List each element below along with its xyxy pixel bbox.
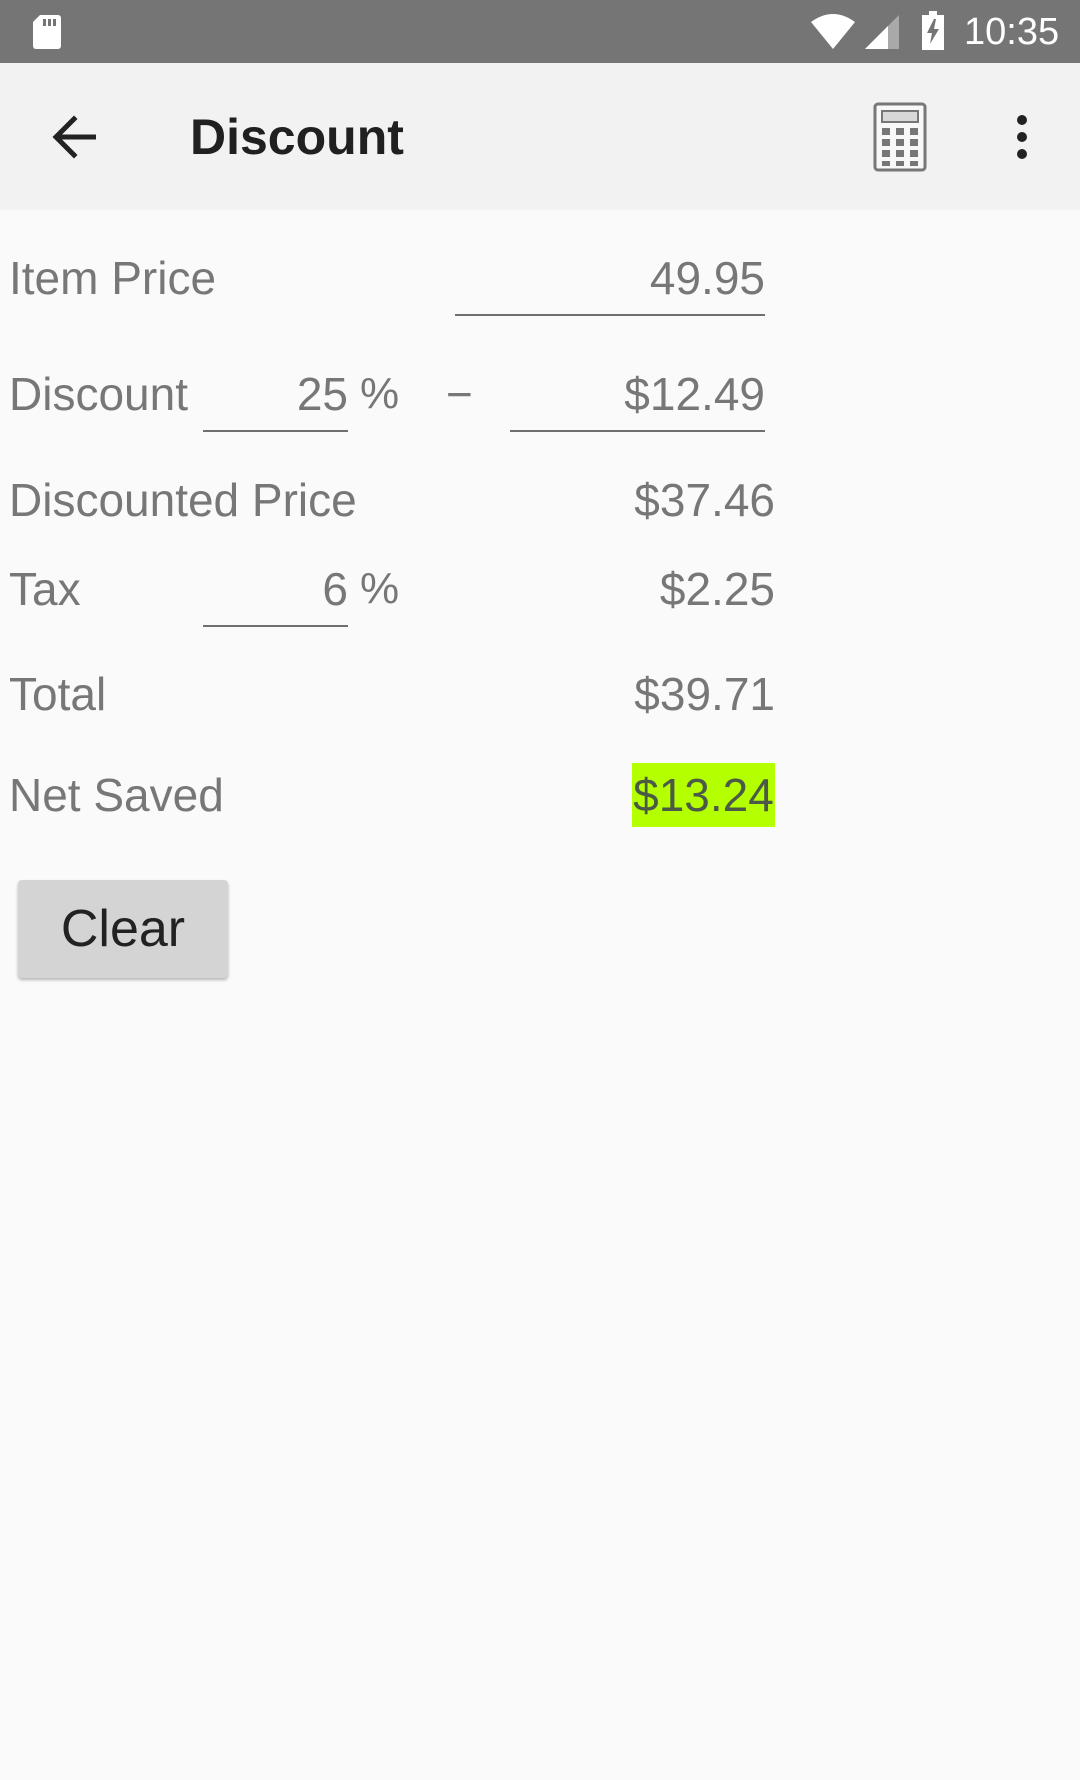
page-title: Discount <box>190 109 404 165</box>
battery-charging-icon <box>922 11 944 50</box>
more-vert-icon[interactable] <box>1000 101 1044 173</box>
tax-percent-input[interactable]: 6 <box>203 561 348 627</box>
status-time: 10:35 <box>964 11 1060 53</box>
sd-card-icon <box>33 15 61 49</box>
tax-label: Tax <box>9 563 81 615</box>
tax-percent-symbol: % <box>360 564 400 613</box>
back-arrow-icon[interactable] <box>44 105 108 169</box>
tax-percent-value: 6 <box>322 563 348 615</box>
net-saved-label: Net Saved <box>9 769 224 821</box>
total-label: Total <box>9 668 107 720</box>
clear-button[interactable]: Clear <box>18 880 228 978</box>
status-bar: 10:35 <box>0 0 1080 63</box>
app-toolbar: Discount <box>0 63 1080 210</box>
item-price-value: 49.95 <box>649 252 765 304</box>
discounted-price-label: Discounted Price <box>9 474 357 526</box>
discount-percent-input[interactable]: 25 <box>203 366 348 432</box>
calculator-icon[interactable] <box>872 101 928 173</box>
item-price-input[interactable]: 49.95 <box>455 250 765 316</box>
discount-amount-input[interactable]: $12.49 <box>510 366 765 432</box>
discount-label: Discount <box>9 368 188 420</box>
discount-amount-value: $12.49 <box>624 368 765 420</box>
discounted-price-value: $37.46 <box>634 474 775 526</box>
discount-percent-symbol: % <box>360 369 400 418</box>
total-value: $39.71 <box>634 668 775 720</box>
discount-percent-value: 25 <box>296 368 348 420</box>
wifi-icon <box>811 14 855 49</box>
item-price-label: Item Price <box>9 252 217 304</box>
signal-icon <box>865 15 899 49</box>
tax-amount-value: $2.25 <box>659 563 775 615</box>
net-saved-value: $13.24 <box>632 763 775 827</box>
minus-symbol: − <box>446 368 473 420</box>
